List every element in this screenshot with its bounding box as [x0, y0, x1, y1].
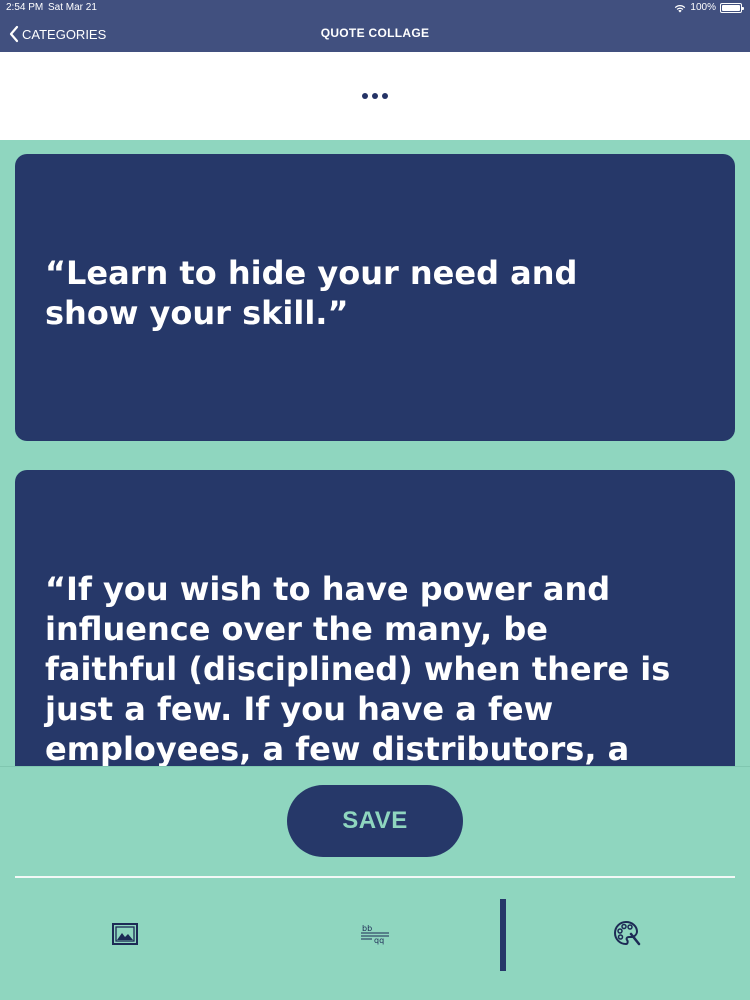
- svg-text:qq: qq: [374, 936, 384, 945]
- font-tool-button[interactable]: bb qq: [360, 919, 390, 949]
- more-icon-dot: [362, 93, 368, 99]
- bottom-panel: SAVE bb qq: [0, 766, 750, 1000]
- quote-text: “Learn to hide your need and show your s…: [45, 254, 578, 332]
- image-tool-button[interactable]: [110, 919, 140, 949]
- battery-percent: 100%: [690, 2, 716, 13]
- quote-card[interactable]: “Learn to hide your need and show your s…: [15, 154, 735, 441]
- quote-text: “If you wish to have power and influence…: [45, 570, 671, 766]
- top-bar: 2:54 PM Sat Mar 21 100% CATEGORIES QUOTE…: [0, 0, 750, 52]
- font-style-icon: bb qq: [361, 924, 389, 945]
- status-date: Sat Mar 21: [48, 2, 97, 13]
- status-time: 2:54 PM: [6, 2, 44, 13]
- quote-card[interactable]: “If you wish to have power and influence…: [15, 470, 735, 766]
- battery-icon: [720, 3, 744, 13]
- palette-icon: [614, 920, 641, 946]
- navigation-bar: CATEGORIES QUOTE COLLAGE: [0, 16, 750, 52]
- color-tool-button[interactable]: [612, 919, 642, 949]
- page-title: QUOTE COLLAGE: [320, 26, 430, 40]
- wifi-icon: [675, 4, 686, 12]
- more-options-button[interactable]: [355, 86, 395, 106]
- quote-list[interactable]: “Learn to hide your need and show your s…: [0, 140, 750, 766]
- more-icon-dot: [382, 93, 388, 99]
- save-button[interactable]: SAVE: [287, 785, 463, 857]
- divider: [15, 876, 735, 878]
- header-strip: [0, 52, 750, 140]
- image-icon: [112, 923, 138, 945]
- svg-text:bb: bb: [362, 924, 372, 933]
- status-bar: 2:54 PM Sat Mar 21 100%: [0, 0, 750, 16]
- more-icon-dot: [372, 93, 378, 99]
- status-right: 100%: [674, 1, 744, 15]
- selected-indicator: [500, 899, 506, 971]
